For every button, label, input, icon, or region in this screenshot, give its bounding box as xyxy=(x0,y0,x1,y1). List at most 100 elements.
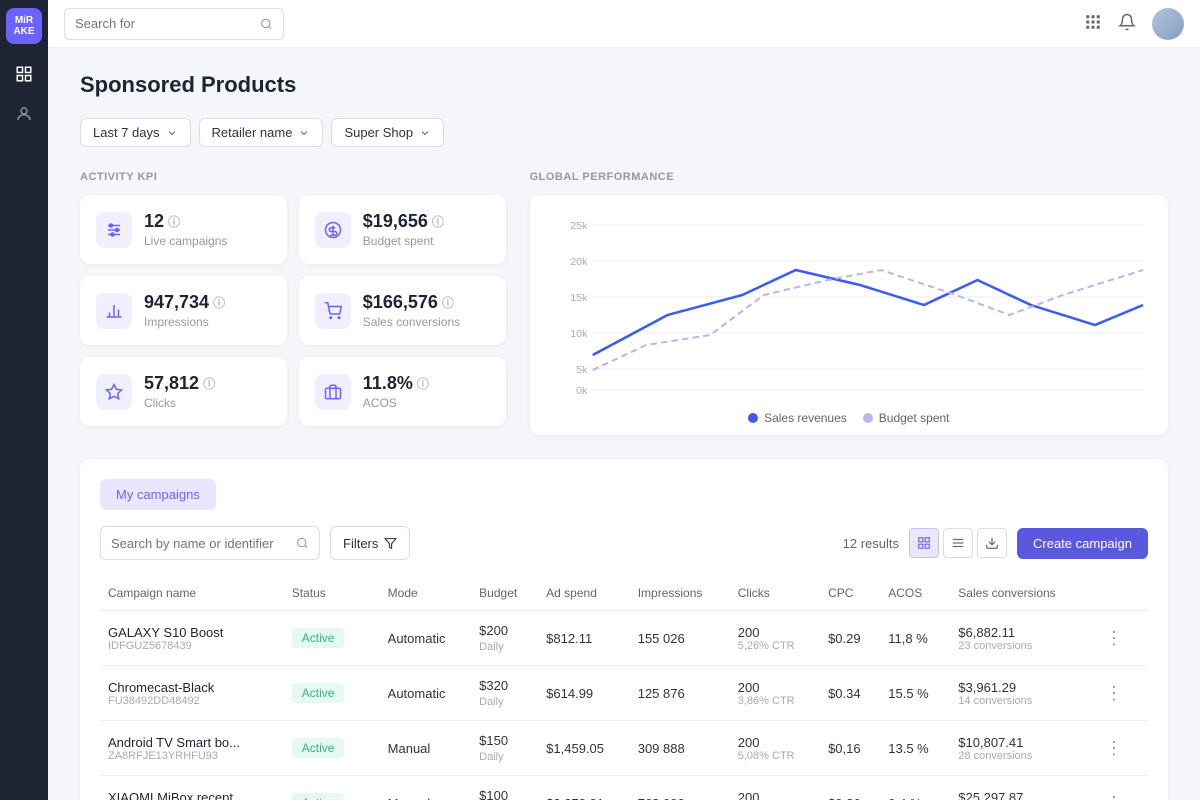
kpi-info-icon[interactable]: ⓘ xyxy=(432,213,444,230)
table-row: GALAXY S10 Boost IDFGUZ5678439 Active Au… xyxy=(100,611,1148,666)
campaign-mode: Automatic xyxy=(380,666,472,721)
notification-icon[interactable] xyxy=(1118,13,1136,34)
create-campaign-button[interactable]: Create campaign xyxy=(1017,528,1148,559)
sections-row: ACTIVITY KPI 12 ⓘ Live campaigns xyxy=(80,171,1168,435)
campaign-clicks: 200 5,26% CTR xyxy=(730,611,820,666)
chart-card: 25k 20k 15k 10k 5k 0k Sa xyxy=(530,195,1168,435)
grid-view-button[interactable] xyxy=(909,528,939,558)
campaign-name: Chromecast-Black xyxy=(108,680,276,695)
list-view-button[interactable] xyxy=(943,528,973,558)
row-more-button[interactable]: ⋮ xyxy=(1099,791,1129,800)
kpi-grid: 12 ⓘ Live campaigns $19 xyxy=(80,195,506,426)
campaign-cpc: $0.29 xyxy=(820,611,880,666)
view-icons xyxy=(909,528,1007,558)
col-acos: ACOS xyxy=(880,576,950,611)
legend-dot-sales xyxy=(748,413,758,423)
status-badge: Active xyxy=(292,628,345,648)
kpi-card-clicks: 57,812 ⓘ Clicks xyxy=(80,357,287,426)
col-sales-conv: Sales conversions xyxy=(950,576,1091,611)
kpi-card-live-campaigns: 12 ⓘ Live campaigns xyxy=(80,195,287,264)
campaign-id: ZA8RFJE13YRHFU93 xyxy=(108,750,276,762)
kpi-info-icon[interactable]: ⓘ xyxy=(213,294,225,311)
filter-retailer[interactable]: Retailer name xyxy=(199,118,324,147)
campaign-acos: 15.5 % xyxy=(880,666,950,721)
col-impressions: Impressions xyxy=(630,576,730,611)
campaign-ad-spend: $812.11 xyxy=(538,611,630,666)
table-search-input[interactable] xyxy=(111,536,288,551)
kpi-section: ACTIVITY KPI 12 ⓘ Live campaigns xyxy=(80,171,506,435)
svg-text:25k: 25k xyxy=(570,221,588,232)
campaign-impressions: 763 090 xyxy=(630,776,730,800)
kpi-card-acos: 11.8% ⓘ ACOS xyxy=(299,357,506,426)
campaign-mode: Manual xyxy=(380,721,472,776)
campaign-cpc: $0,26 xyxy=(820,776,880,800)
download-icon xyxy=(985,536,999,550)
kpi-info-icon[interactable]: ⓘ xyxy=(168,213,180,230)
filters-row: Last 7 days Retailer name Super Shop xyxy=(80,118,1168,147)
results-count: 12 results xyxy=(843,536,899,551)
download-button[interactable] xyxy=(977,528,1007,558)
chart-section-label: GLOBAL PERFORMANCE xyxy=(530,171,1168,183)
content: Sponsored Products Last 7 days Retailer … xyxy=(48,48,1200,800)
campaign-sales-conv: $25,297.87 43 conversions xyxy=(950,776,1091,800)
search-icon xyxy=(296,536,309,550)
page-title: Sponsored Products xyxy=(80,72,1168,98)
main-area: Sponsored Products Last 7 days Retailer … xyxy=(48,0,1200,800)
campaign-impressions: 155 026 xyxy=(630,611,730,666)
tab-my-campaigns[interactable]: My campaigns xyxy=(100,479,216,510)
campaigns-table: Campaign name Status Mode Budget Ad spen… xyxy=(100,576,1148,800)
filter-shop[interactable]: Super Shop xyxy=(331,118,444,147)
table-row: XIAOMI MiBox recept.. FR28732D3ZS49275 A… xyxy=(100,776,1148,800)
status-badge: Active xyxy=(292,738,345,758)
grid-icon xyxy=(917,536,931,550)
sidebar-item-users[interactable] xyxy=(6,96,42,132)
kpi-info-icon[interactable]: ⓘ xyxy=(417,375,429,392)
kpi-info-icon[interactable]: ⓘ xyxy=(442,294,454,311)
svg-text:5k: 5k xyxy=(576,365,588,376)
campaign-budget: $150Daily xyxy=(471,721,538,776)
filters-button[interactable]: Filters xyxy=(330,526,410,560)
campaign-ad-spend: $2,378.81 xyxy=(538,776,630,800)
chart-legend: Sales revenues Budget spent xyxy=(550,411,1148,425)
table-search-box xyxy=(100,526,320,560)
row-more-button[interactable]: ⋮ xyxy=(1099,681,1129,706)
apps-icon[interactable] xyxy=(1084,13,1102,34)
row-more-button[interactable]: ⋮ xyxy=(1099,736,1129,761)
campaign-ad-spend: $614.99 xyxy=(538,666,630,721)
svg-text:0k: 0k xyxy=(576,386,588,397)
kpi-info: $19,656 ⓘ Budget spent xyxy=(363,211,444,248)
sidebar-item-campaigns[interactable] xyxy=(6,56,42,92)
campaign-impressions: 309 888 xyxy=(630,721,730,776)
campaign-acos: 13.5 % xyxy=(880,721,950,776)
col-clicks: Clicks xyxy=(730,576,820,611)
kpi-card-budget-spent: $19,656 ⓘ Budget spent xyxy=(299,195,506,264)
campaign-ad-spend: $1,459.05 xyxy=(538,721,630,776)
campaign-budget: $200Daily xyxy=(471,611,538,666)
svg-text:15k: 15k xyxy=(570,293,588,304)
campaign-name: GALAXY S10 Boost xyxy=(108,625,276,640)
avatar[interactable] xyxy=(1152,8,1184,40)
kpi-info: $166,576 ⓘ Sales conversions xyxy=(363,292,460,329)
svg-text:10k: 10k xyxy=(570,329,588,340)
campaign-budget: $100Daily xyxy=(471,776,538,800)
kpi-card-sales-conversions: $166,576 ⓘ Sales conversions xyxy=(299,276,506,345)
campaign-acos: 11,8 % xyxy=(880,611,950,666)
kpi-card-impressions: 947,734 ⓘ Impressions xyxy=(80,276,287,345)
campaign-clicks: 200 4,98% CTR xyxy=(730,776,820,800)
search-icon xyxy=(260,17,273,31)
col-status: Status xyxy=(284,576,380,611)
campaign-clicks: 200 3,86% CTR xyxy=(730,666,820,721)
col-budget: Budget xyxy=(471,576,538,611)
campaign-name: XIAOMI MiBox recept.. xyxy=(108,790,276,800)
kpi-info-icon[interactable]: ⓘ xyxy=(203,375,215,392)
campaign-id: FU38492DD48492 xyxy=(108,695,276,707)
row-more-button[interactable]: ⋮ xyxy=(1099,626,1129,651)
campaign-sales-conv: $10,807.41 28 conversions xyxy=(950,721,1091,776)
campaigns-tabs: My campaigns xyxy=(100,479,1148,510)
filter-icon xyxy=(384,537,397,550)
kpi-section-label: ACTIVITY KPI xyxy=(80,171,506,183)
svg-text:20k: 20k xyxy=(570,257,588,268)
filter-date[interactable]: Last 7 days xyxy=(80,118,191,147)
search-input[interactable] xyxy=(75,16,252,31)
kpi-icon-cart xyxy=(315,293,351,329)
